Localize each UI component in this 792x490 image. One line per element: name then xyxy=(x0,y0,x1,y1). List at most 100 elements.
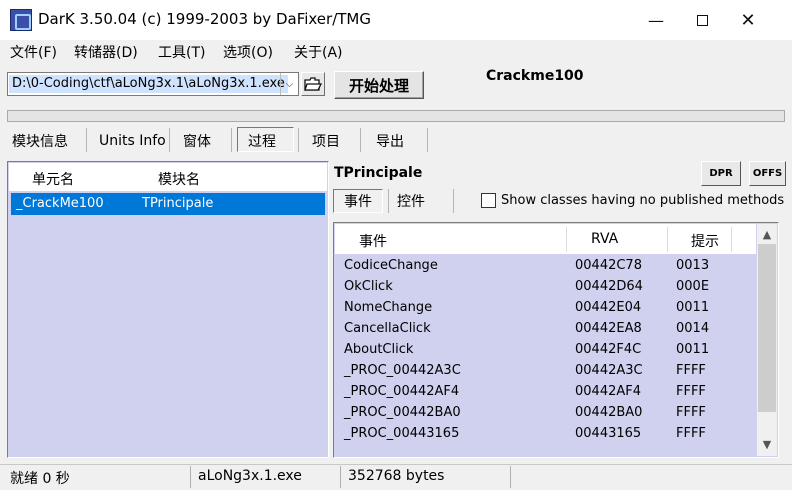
column-header-module[interactable]: 模块名 xyxy=(158,169,200,189)
table-row[interactable]: _CrackMe100 TPrincipale xyxy=(11,193,325,215)
cell-rva: 00442D64 xyxy=(575,279,643,294)
show-unpublished-checkbox[interactable] xyxy=(481,193,496,208)
cell-hint: 0011 xyxy=(676,300,710,315)
chevron-down-icon: ⌵ xyxy=(285,78,294,90)
close-button[interactable]: ✕ xyxy=(725,0,771,40)
cell-event-name: CodiceChange xyxy=(344,258,438,273)
tab-controls[interactable]: 控件 xyxy=(397,189,425,213)
dpr-button[interactable]: DPR xyxy=(701,161,741,186)
cell-rva: 00442AF4 xyxy=(575,384,641,399)
start-process-button[interactable]: 开始处理 xyxy=(334,71,424,99)
table-row[interactable]: AboutClick 00442F4C 0011 xyxy=(334,339,756,360)
cell-event-name: OkClick xyxy=(344,279,393,294)
cell-event-name: CancellaClick xyxy=(344,321,431,336)
table-row[interactable]: _PROC_00442A3C 00442A3C FFFF xyxy=(334,360,756,381)
cell-event-name: _PROC_00442BA0 xyxy=(344,405,461,420)
show-unpublished-label[interactable]: Show classes having no published methods xyxy=(501,193,784,208)
scroll-down-button[interactable]: ▼ xyxy=(757,434,777,454)
cell-rva: 00442E04 xyxy=(575,300,642,315)
cell-rva: 00442BA0 xyxy=(575,405,643,420)
dark-app-icon xyxy=(10,9,32,31)
maximize-button[interactable] xyxy=(679,0,725,40)
column-header-hint[interactable]: 提示 xyxy=(691,231,719,251)
cell-hint: FFFF xyxy=(676,363,706,378)
column-header-unit[interactable]: 单元名 xyxy=(32,169,74,189)
menu-tools[interactable]: 工具(T) xyxy=(158,42,205,62)
row-unit-name: _CrackMe100 xyxy=(16,196,104,211)
vertical-scrollbar[interactable]: ▲ ▼ xyxy=(757,224,777,456)
tab-procedures[interactable]: 过程 xyxy=(248,128,276,154)
menu-dumper[interactable]: 转储器(D) xyxy=(74,42,138,62)
table-row[interactable]: CancellaClick 00442EA8 0014 xyxy=(334,318,756,339)
cell-hint: FFFF xyxy=(676,405,706,420)
cell-rva: 00443165 xyxy=(575,426,642,441)
tab-separator xyxy=(427,128,428,152)
table-row[interactable]: _PROC_00442AF4 00442AF4 FFFF xyxy=(334,381,756,402)
cell-event-name: AboutClick xyxy=(344,342,414,357)
cell-event-name: _PROC_00443165 xyxy=(344,426,460,441)
menu-options[interactable]: 选项(O) xyxy=(223,42,273,62)
table-row[interactable]: _PROC_00442BA0 00442BA0 FFFF xyxy=(334,402,756,423)
status-ready: 就绪 0 秒 xyxy=(10,471,70,487)
cell-hint: FFFF xyxy=(676,426,706,441)
column-divider xyxy=(566,227,567,252)
close-icon: ✕ xyxy=(740,9,756,31)
event-list[interactable]: 事件 RVA 提示 CodiceChange 00442C78 0013 OkC… xyxy=(333,222,779,458)
menu-about[interactable]: 关于(A) xyxy=(294,42,343,62)
table-row[interactable]: OkClick 00442D64 000E xyxy=(334,276,756,297)
cell-rva: 00442A3C xyxy=(575,363,643,378)
column-divider xyxy=(731,227,732,252)
scroll-thumb[interactable] xyxy=(758,244,776,412)
column-header-rva[interactable]: RVA xyxy=(591,231,618,247)
offs-button[interactable]: OFFS xyxy=(749,161,786,186)
status-file-size: 352768 bytes xyxy=(348,468,445,484)
window-title: DarK 3.50.04 (c) 1999-2003 by DaFixer/TM… xyxy=(38,10,371,28)
status-file-name: aLoNg3x.1.exe xyxy=(198,468,302,484)
menu-file[interactable]: 文件(F) xyxy=(10,42,57,62)
tab-forms[interactable]: 窗体 xyxy=(183,128,211,154)
cell-rva: 00442C78 xyxy=(575,258,642,273)
open-file-button[interactable] xyxy=(301,72,325,96)
progress-bar xyxy=(7,110,785,122)
title-bar[interactable]: DarK 3.50.04 (c) 1999-2003 by DaFixer/TM… xyxy=(0,0,792,40)
table-row[interactable]: CodiceChange 00442C78 0013 xyxy=(334,255,756,276)
status-separator xyxy=(190,466,191,488)
open-folder-icon xyxy=(304,77,322,91)
scroll-up-button[interactable]: ▲ xyxy=(757,224,777,244)
cell-rva: 00442F4C xyxy=(575,342,642,357)
tab-separator xyxy=(231,128,232,152)
status-separator xyxy=(510,466,511,488)
column-header-event[interactable]: 事件 xyxy=(359,231,387,251)
tab-exports[interactable]: 导出 xyxy=(376,128,404,154)
tab-separator xyxy=(86,128,87,152)
cell-event-name: NomeChange xyxy=(344,300,433,315)
cell-hint: 0011 xyxy=(676,342,710,357)
tab-separator xyxy=(388,189,389,213)
minimize-button[interactable]: — xyxy=(633,0,679,40)
cell-hint: 0013 xyxy=(676,258,710,273)
cell-hint: 000E xyxy=(676,279,710,294)
class-name-label: TPrincipale xyxy=(334,165,423,181)
cell-hint: 0014 xyxy=(676,321,710,336)
row-module-name: TPrincipale xyxy=(142,196,214,211)
tab-separator xyxy=(298,128,299,152)
minimize-icon: — xyxy=(648,10,664,30)
file-path-value[interactable]: D:\0-Coding\ctf\aLoNg3x.1\aLoNg3x.1.exe xyxy=(9,75,288,93)
file-path-combo[interactable]: D:\0-Coding\ctf\aLoNg3x.1\aLoNg3x.1.exe … xyxy=(7,72,299,96)
tab-units-info[interactable]: Units Info xyxy=(99,128,166,154)
crackme-label: Crackme100 xyxy=(486,68,584,84)
unit-list-header: 单元名 模块名 xyxy=(9,163,327,191)
tab-separator xyxy=(453,189,454,213)
table-row[interactable]: _PROC_00443165 00443165 FFFF xyxy=(334,423,756,444)
status-separator xyxy=(340,466,341,488)
unit-list[interactable]: 单元名 模块名 _CrackMe100 TPrincipale xyxy=(7,161,329,458)
cell-event-name: _PROC_00442A3C xyxy=(344,363,461,378)
path-dropdown-button[interactable]: ⌵ xyxy=(280,73,298,95)
cell-hint: FFFF xyxy=(676,384,706,399)
tab-project[interactable]: 项目 xyxy=(312,128,340,154)
table-row[interactable]: NomeChange 00442E04 0011 xyxy=(334,297,756,318)
tab-module-info[interactable]: 模块信息 xyxy=(12,128,68,154)
tab-events[interactable]: 事件 xyxy=(333,189,383,213)
chevron-up-icon: ▲ xyxy=(762,227,772,241)
event-list-header: 事件 RVA 提示 xyxy=(335,224,756,254)
